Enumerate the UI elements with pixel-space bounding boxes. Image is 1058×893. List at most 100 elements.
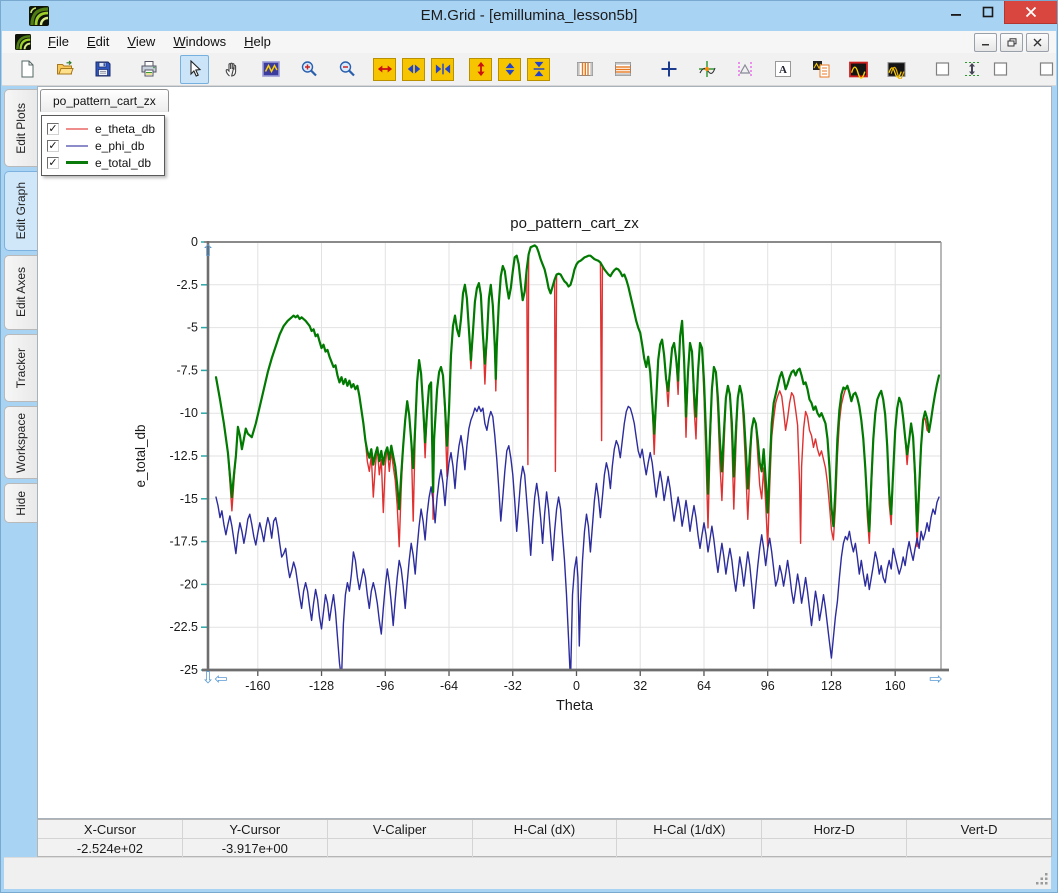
status-col-header: Horz-D — [762, 820, 907, 838]
vertical-markers-icon — [576, 60, 594, 78]
open-file-button[interactable] — [50, 55, 79, 84]
menu-help[interactable]: Help — [235, 31, 280, 53]
caliper-button[interactable] — [730, 55, 759, 84]
app-logo-icon[interactable] — [29, 6, 49, 26]
ytick-label: -5 — [187, 321, 198, 335]
axis-arrow-down[interactable]: ⇩ — [201, 668, 214, 687]
y-axis-label: e_total_db — [133, 424, 148, 487]
document-logo-icon[interactable] — [15, 34, 31, 50]
status-col-header: X-Cursor — [38, 820, 183, 838]
ytick-label: -7.5 — [176, 363, 198, 377]
menu-bar: FileEditViewWindowsHelp — [2, 31, 1056, 54]
vertical-markers-button[interactable] — [570, 55, 599, 84]
sidebar-tab-tracker[interactable]: Tracker — [4, 334, 37, 402]
ytick-label: -12.5 — [170, 449, 199, 463]
status-col-value — [328, 839, 473, 857]
status-col-value — [762, 839, 907, 857]
v-caliper-start-button[interactable] — [928, 55, 957, 84]
xtick-label: 96 — [761, 679, 775, 693]
legend-button[interactable] — [806, 55, 835, 84]
chart-canvas[interactable]: 0-2.5-5-7.5-10-12.5-15-17.5-20-22.5-25-1… — [38, 87, 1051, 818]
sidebar-tab-hide[interactable]: Hide — [4, 483, 37, 523]
open-folder-icon — [56, 60, 74, 78]
resize-grip[interactable] — [1035, 872, 1049, 886]
pan-button[interactable] — [218, 55, 247, 84]
mdi-minimize-button[interactable] — [974, 33, 997, 52]
expand-y-button[interactable] — [466, 55, 495, 84]
menu-windows[interactable]: Windows — [164, 31, 235, 53]
shrink-x-button[interactable] — [399, 55, 428, 84]
axis-arrow-left[interactable]: ⇦ — [214, 669, 227, 688]
new-file-button[interactable] — [12, 55, 41, 84]
expand-horizontal-icon — [377, 61, 393, 77]
xtick-label: 160 — [885, 679, 906, 693]
status-value-row: -2.524e+02-3.917e+00 — [38, 839, 1051, 857]
sidebar-tab-edit-axes[interactable]: Edit Axes — [4, 255, 37, 330]
zoom-window-button[interactable] — [256, 55, 285, 84]
sidebar-tab-workspace[interactable]: Workspace — [4, 406, 37, 479]
vertical-caliper-icon — [963, 60, 981, 78]
expand-vertical-icon — [473, 61, 489, 77]
shrink-y-button[interactable] — [495, 55, 524, 84]
select-cursor-button[interactable] — [180, 55, 209, 84]
multi-graph-button[interactable] — [882, 55, 911, 84]
fit-y-button[interactable] — [524, 55, 553, 84]
menu-view[interactable]: View — [118, 31, 164, 53]
crosshair-button[interactable] — [654, 55, 683, 84]
print-button[interactable] — [134, 55, 163, 84]
legend-checkbox[interactable]: ✓ — [47, 140, 59, 152]
shrink-vertical-icon — [502, 61, 518, 77]
xtick-label: 0 — [573, 679, 580, 693]
window-maximize-button[interactable] — [972, 1, 1004, 23]
legend-checkbox[interactable]: ✓ — [47, 123, 59, 135]
legend-item-label: e_phi_db — [95, 139, 144, 153]
tracker-button[interactable] — [692, 55, 721, 84]
app-window: EM.Grid - [emillumina_lesson5b] FileEdit… — [0, 0, 1058, 893]
window-minimize-button[interactable] — [940, 1, 972, 23]
zoom-out-button[interactable] — [332, 55, 361, 84]
legend-checkbox[interactable]: ✓ — [47, 157, 59, 169]
axis-arrow-up[interactable]: ⇧ — [201, 241, 214, 260]
h-caliper-start-button[interactable] — [1032, 55, 1058, 84]
single-graph-button[interactable] — [844, 55, 873, 84]
bottom-strip — [4, 857, 1051, 889]
mdi-close-button[interactable] — [1026, 33, 1049, 52]
v-caliper-button[interactable] — [957, 55, 986, 84]
sidebar: Edit Plots Edit Graph Edit Axes Tracker Work… — [4, 89, 38, 527]
legend-item-label: e_total_db — [95, 156, 151, 170]
menu-items: FileEditViewWindowsHelp — [39, 31, 280, 53]
zoom-in-button[interactable] — [294, 55, 323, 84]
save-button[interactable] — [88, 55, 117, 84]
xtick-label: 32 — [633, 679, 647, 693]
ytick-label: 0 — [191, 235, 198, 249]
axis-arrow-right[interactable]: ⇨ — [929, 669, 942, 688]
title-bar: EM.Grid - [emillumina_lesson5b] — [1, 1, 1057, 31]
sidebar-tab-edit-plots[interactable]: Edit Plots — [4, 89, 37, 167]
menu-edit[interactable]: Edit — [78, 31, 118, 53]
window-title: EM.Grid - [emillumina_lesson5b] — [1, 1, 1057, 31]
status-col-value: -2.524e+02 — [38, 839, 183, 857]
v-caliper-end-button[interactable] — [986, 55, 1015, 84]
zoom-region-icon — [262, 60, 280, 78]
mdi-restore-button[interactable] — [1000, 33, 1023, 52]
print-icon — [140, 60, 158, 78]
fit-x-button[interactable] — [428, 55, 457, 84]
x-axis-label: Theta — [556, 698, 594, 714]
chart-legend: ✓e_theta_db✓e_phi_db✓e_total_db — [41, 115, 165, 176]
text-label-button[interactable]: A — [768, 55, 797, 84]
window-close-button[interactable] — [1004, 1, 1057, 24]
select-cursor-icon — [186, 60, 204, 78]
legend-icon — [812, 60, 830, 78]
status-col-header: H-Cal (1/dX) — [617, 820, 762, 838]
expand-x-button[interactable] — [370, 55, 399, 84]
document-tab-label: po_pattern_cart_zx — [53, 94, 156, 108]
sidebar-tab-label: Hide — [14, 491, 28, 516]
document-tab[interactable]: po_pattern_cart_zx — [40, 89, 169, 112]
svg-text:A: A — [779, 64, 787, 76]
sidebar-tab-edit-graph[interactable]: Edit Graph — [4, 171, 37, 251]
horizontal-markers-button[interactable] — [608, 55, 637, 84]
checkbox-square-icon — [992, 60, 1010, 78]
text-annotation-icon: A — [774, 60, 792, 78]
menu-file[interactable]: File — [39, 31, 78, 53]
compress-horizontal-icon — [435, 61, 451, 77]
